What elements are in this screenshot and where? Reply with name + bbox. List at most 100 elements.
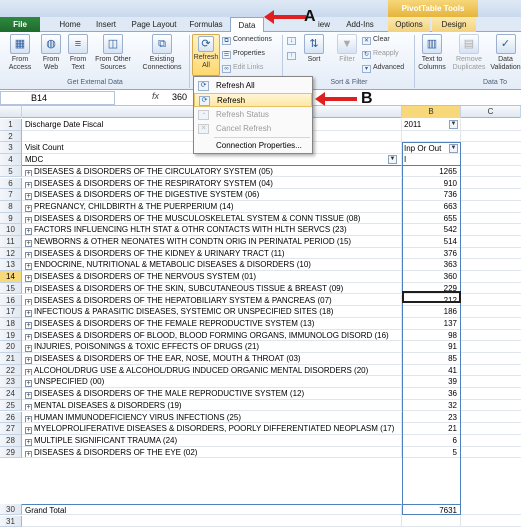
sort-ascending-button[interactable]: ↓	[287, 35, 298, 45]
fx-icon[interactable]: fx	[152, 91, 159, 101]
row-label-cell[interactable]: +DISEASES & DISORDERS OF THE EAR, NOSE, …	[22, 353, 402, 365]
value-cell[interactable]: 39	[402, 376, 461, 388]
edit-links-button[interactable]: ∞Edit Links	[222, 63, 263, 73]
row-label-cell[interactable]: +DISEASES & DISORDERS OF THE MALE REPROD…	[22, 388, 402, 400]
value-cell[interactable]: 137	[402, 318, 461, 330]
expand-icon[interactable]: +	[25, 228, 32, 235]
row-number[interactable]: 4	[0, 154, 22, 166]
tab-page-layout[interactable]: Page Layout	[126, 17, 182, 32]
filter-dropdown-icon[interactable]: ▼	[449, 120, 458, 129]
row-label-cell[interactable]: +MULTIPLE SIGNIFICANT TRAUMA (24)	[22, 435, 402, 447]
row-number[interactable]: 21	[0, 353, 22, 365]
row-number[interactable]: 3	[0, 142, 22, 154]
expand-icon[interactable]: +	[25, 334, 32, 341]
properties-button[interactable]: ☰Properties	[222, 49, 265, 59]
row-filter-dropdown-icon[interactable]: ▼	[388, 155, 397, 164]
tab-data[interactable]: Data	[230, 17, 264, 33]
row-label-cell[interactable]: +DISEASES & DISORDERS OF THE MUSCULOSKEL…	[22, 213, 402, 225]
empty-cell[interactable]	[22, 516, 402, 527]
value-cell[interactable]: 910	[402, 178, 461, 190]
tab-add-ins[interactable]: Add-Ins	[340, 17, 380, 32]
row-label-cell[interactable]: +INFECTIOUS & PARASITIC DISEASES, SYSTEM…	[22, 306, 402, 318]
menu-item-refresh-all[interactable]: ⟳Refresh All	[194, 79, 312, 93]
menu-item-refresh-status[interactable]: ◔Refresh Status	[194, 108, 312, 122]
expand-icon[interactable]: +	[25, 439, 32, 446]
tab-options[interactable]: Options	[388, 17, 430, 32]
reapply-button[interactable]: ↻Reapply	[362, 49, 399, 59]
expand-icon[interactable]: +	[25, 263, 32, 270]
row-number[interactable]: 20	[0, 341, 22, 353]
row-label-cell[interactable]: +DISEASES & DISORDERS OF THE NERVOUS SYS…	[22, 271, 402, 283]
row-number[interactable]: 19	[0, 330, 22, 342]
row-number[interactable]: 22	[0, 365, 22, 377]
row-number[interactable]: 18	[0, 318, 22, 330]
expand-icon[interactable]: +	[25, 252, 32, 259]
menu-item-connection-properties[interactable]: Connection Properties...	[194, 139, 312, 153]
row-label-cell[interactable]: +ENDOCRINE, NUTRITIONAL & METABOLIC DISE…	[22, 259, 402, 271]
value-cell[interactable]: 5	[402, 447, 461, 459]
row-label-cell[interactable]: +DISEASES & DISORDERS OF THE HEPATOBILIA…	[22, 295, 402, 307]
expand-icon[interactable]: +	[25, 182, 32, 189]
expand-icon[interactable]: +	[25, 205, 32, 212]
row-number[interactable]: 26	[0, 412, 22, 424]
expand-icon[interactable]: +	[25, 310, 32, 317]
row-label-cell[interactable]: +HUMAN IMMUNODEFICIENCY VIRUS INFECTIONS…	[22, 412, 402, 424]
expand-icon[interactable]: +	[25, 357, 32, 364]
value-cell[interactable]: 363	[402, 259, 461, 271]
row-label-cell[interactable]: +DISEASES & DISORDERS OF THE EYE (02)	[22, 447, 402, 459]
existing-connections-button[interactable]: ⧉Existing Connections	[138, 34, 186, 72]
row-number[interactable]: 12	[0, 248, 22, 260]
value-cell[interactable]: 91	[402, 341, 461, 353]
advanced-button[interactable]: ▾Advanced	[362, 63, 404, 73]
tab-insert[interactable]: Insert	[88, 17, 124, 32]
value-cell[interactable]: 542	[402, 224, 461, 236]
row-number[interactable]: 6	[0, 178, 22, 190]
row-label-cell[interactable]: +DISEASES & DISORDERS OF THE FEMALE REPR…	[22, 318, 402, 330]
menu-item-cancel-refresh[interactable]: ✕Cancel Refresh	[194, 122, 312, 136]
value-cell[interactable]: 663	[402, 201, 461, 213]
value-cell[interactable]: 655	[402, 213, 461, 225]
expand-icon[interactable]: +	[25, 380, 32, 387]
row-number[interactable]: 14	[0, 271, 22, 283]
data-validation-button[interactable]: ✓Data Validation	[490, 34, 521, 72]
sort-descending-button[interactable]: ↑	[287, 50, 298, 60]
expand-icon[interactable]: +	[25, 287, 32, 294]
value-cell[interactable]: 32	[402, 400, 461, 412]
row-number[interactable]: 23	[0, 376, 22, 388]
row-label-cell[interactable]: +ALCOHOL/DRUG USE & ALCOHOL/DRUG INDUCED…	[22, 365, 402, 377]
value-cell[interactable]: 23	[402, 412, 461, 424]
from-access-button[interactable]: ▦From Access	[4, 34, 36, 72]
tab-design[interactable]: Design	[432, 17, 476, 32]
row-label-header[interactable]: MDC▼	[22, 154, 402, 166]
row-label-cell[interactable]: +FACTORS INFLUENCING HLTH STAT & OTHR CO…	[22, 224, 402, 236]
value-cell[interactable]: 1265	[402, 166, 461, 178]
row-number[interactable]: 28	[0, 435, 22, 447]
row-label-cell[interactable]: +DISEASES & DISORDERS OF THE RESPIRATORY…	[22, 178, 402, 190]
grand-total-value[interactable]: 7631	[402, 504, 461, 516]
column-header-b[interactable]: B	[402, 106, 461, 118]
from-other-sources-button[interactable]: ◫From Other Sources	[92, 34, 134, 72]
value-cell[interactable]: 514	[402, 236, 461, 248]
row-number[interactable]: 31	[0, 516, 22, 527]
row-label-cell[interactable]: +DISEASES & DISORDERS OF THE SKIN, SUBCU…	[22, 283, 402, 295]
expand-icon[interactable]: +	[25, 345, 32, 352]
row-number[interactable]: 30	[0, 504, 22, 516]
row-number[interactable]: 24	[0, 388, 22, 400]
expand-icon[interactable]: +	[25, 392, 32, 399]
remove-duplicates-button[interactable]: ▤Remove Duplicates	[450, 34, 488, 72]
column-label-cell[interactable]: Inp Or Out▼	[402, 142, 461, 154]
select-all-corner[interactable]	[0, 106, 22, 118]
expand-icon[interactable]: +	[25, 322, 32, 329]
grand-total-label[interactable]: Grand Total	[22, 504, 402, 516]
clear-button[interactable]: ✕Clear	[362, 35, 390, 45]
row-number[interactable]: 16	[0, 295, 22, 307]
selected-cell-b14[interactable]	[402, 291, 461, 303]
column-header-c[interactable]: C	[461, 106, 521, 118]
value-cell[interactable]: 186	[402, 306, 461, 318]
refresh-all-button[interactable]: ⟳Refresh All	[192, 34, 220, 76]
row-number[interactable]: 11	[0, 236, 22, 248]
value-cell[interactable]: 36	[402, 388, 461, 400]
value-cell[interactable]: 98	[402, 330, 461, 342]
row-label-cell[interactable]: +INJURIES, POISONINGS & TOXIC EFFECTS OF…	[22, 341, 402, 353]
row-label-cell[interactable]: +MYELOPROLIFERATIVE DISEASES & DISORDERS…	[22, 423, 402, 435]
